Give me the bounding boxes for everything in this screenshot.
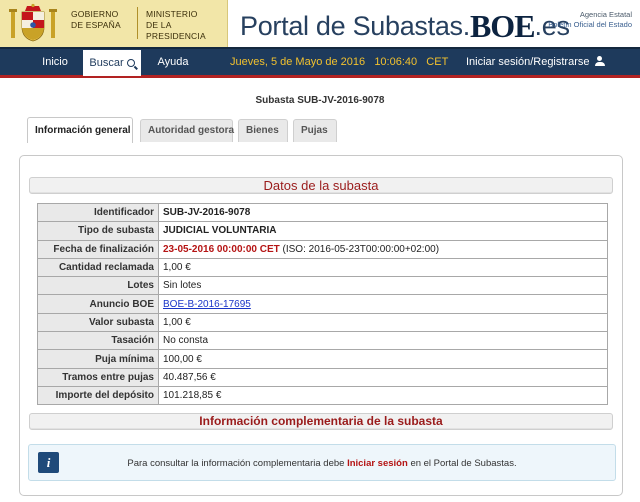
- tab-pujas[interactable]: Pujas: [293, 119, 337, 142]
- nav-buscar-label: Buscar: [89, 57, 124, 69]
- field-label: Identificador: [37, 202, 159, 223]
- field-label: Puja mínima: [37, 349, 159, 369]
- info-text-after: en el Portal de Subastas.: [410, 458, 517, 469]
- ministry-line-2: DE LA PRESIDENCIA: [146, 20, 206, 41]
- portal-prefix: Portal de Subastas.: [240, 11, 470, 41]
- gov-line-1: GOBIERNO: [71, 9, 119, 19]
- nav-buscar[interactable]: Buscar: [83, 50, 141, 76]
- table-row: Tasación No consta: [37, 331, 608, 351]
- end-date-iso: (ISO: 2016-05-23T00:00:00+02:00): [282, 243, 440, 255]
- field-value: Sin lotes: [158, 276, 608, 296]
- field-value: 23-05-2016 00:00:00 CET (ISO: 2016-05-23…: [158, 239, 608, 259]
- table-row: Tipo de subasta JUDICIAL VOLUNTARIA: [37, 221, 608, 241]
- end-date: 23-05-2016 00:00:00 CET: [163, 243, 280, 255]
- tab-bienes[interactable]: Bienes: [238, 119, 288, 142]
- field-label: Cantidad reclamada: [37, 257, 159, 278]
- nav-inicio[interactable]: Inicio: [27, 49, 83, 77]
- field-value: No consta: [158, 331, 608, 351]
- government-label: GOBIERNO DE ESPAÑA: [71, 9, 131, 31]
- table-row: Puja mínima 100,00 €: [37, 349, 608, 369]
- field-label: Importe del depósito: [37, 385, 159, 406]
- login-register-link[interactable]: Iniciar sesión/Registrarse: [466, 49, 605, 77]
- site-header: GOBIERNO DE ESPAÑA MINISTERIO DE LA PRES…: [0, 0, 640, 47]
- table-row: Importe del depósito 101.218,85 €: [37, 385, 608, 406]
- field-value: JUDICIAL VOLUNTARIA: [158, 221, 608, 241]
- field-value: 40.487,56 €: [158, 367, 608, 387]
- nav-ayuda-label: Ayuda: [157, 56, 189, 68]
- info-message: Para consultar la información complement…: [29, 458, 615, 469]
- field-value: BOE-B-2016-17695: [158, 294, 608, 314]
- nav-ayuda[interactable]: Ayuda: [147, 49, 199, 77]
- nav-inicio-label: Inicio: [42, 56, 68, 68]
- section-header-complementaria: Información complementaria de la subasta: [29, 413, 613, 430]
- field-label: Anuncio BOE: [37, 294, 159, 314]
- login-label: Iniciar sesión/Registrarse: [466, 56, 590, 68]
- agency-line-1: Agencia Estatal: [579, 10, 632, 19]
- tab-autoridad-gestora[interactable]: Autoridad gestora: [140, 119, 234, 142]
- field-label: Tramos entre pujas: [37, 367, 159, 387]
- table-row: Anuncio BOE BOE-B-2016-17695: [37, 294, 608, 314]
- table-row: Fecha de finalización 23-05-2016 00:00:0…: [37, 239, 608, 259]
- auction-details-table: Identificador SUB-JV-2016-9078 Tipo de s…: [37, 202, 608, 406]
- field-value: 1,00 €: [158, 312, 608, 333]
- ministry-label: MINISTERIO DE LA PRESIDENCIA: [146, 9, 224, 42]
- agency-label[interactable]: Agencia Estatal Boletín Oficial del Esta…: [548, 10, 632, 30]
- field-value: SUB-JV-2016-9078: [158, 202, 608, 223]
- tab-informacion-general[interactable]: Información general: [27, 117, 133, 143]
- table-row: Valor subasta 1,00 €: [37, 312, 608, 333]
- portal-logo[interactable]: Portal de Subastas.BOE.es: [240, 6, 570, 44]
- divider: [137, 7, 138, 39]
- page-title: Subasta SUB-JV-2016-9078: [255, 95, 385, 106]
- field-value: 100,00 €: [158, 349, 608, 369]
- login-link[interactable]: Iniciar sesión: [347, 458, 408, 469]
- table-row: Identificador SUB-JV-2016-9078: [37, 202, 608, 223]
- current-datetime: Jueves, 5 de Mayo de 2016 10:06:40 CET: [230, 56, 449, 68]
- boe-brand: BOE: [469, 8, 536, 44]
- section-title-datos: Datos de la subasta: [263, 178, 379, 193]
- field-label: Valor subasta: [37, 312, 159, 333]
- section-header-datos: Datos de la subasta: [29, 177, 613, 194]
- government-banner: GOBIERNO DE ESPAÑA MINISTERIO DE LA PRES…: [0, 0, 228, 47]
- info-alert: i Para consultar la información compleme…: [28, 444, 616, 481]
- table-row: Tramos entre pujas 40.487,56 €: [37, 367, 608, 387]
- coat-of-arms-icon: [6, 3, 60, 43]
- field-value: 1,00 €: [158, 257, 608, 278]
- user-icon: [594, 56, 605, 66]
- field-value: 101.218,85 €: [158, 385, 608, 406]
- field-label: Lotes: [37, 276, 159, 296]
- boe-announcement-link[interactable]: BOE-B-2016-17695: [163, 299, 251, 310]
- table-row: Cantidad reclamada 1,00 €: [37, 257, 608, 278]
- field-label: Tasación: [37, 331, 159, 351]
- section-title-complementaria: Información complementaria de la subasta: [199, 414, 443, 428]
- agency-line-2: Boletín Oficial del Estado: [548, 20, 632, 29]
- gov-line-2: DE ESPAÑA: [71, 20, 121, 30]
- field-label: Tipo de subasta: [37, 221, 159, 241]
- main-navbar: Inicio Buscar Ayuda Jueves, 5 de Mayo de…: [0, 47, 640, 78]
- info-text-before: Para consultar la información complement…: [127, 458, 345, 469]
- field-label: Fecha de finalización: [37, 239, 159, 259]
- ministry-line-1: MINISTERIO: [146, 9, 198, 19]
- content-panel: Datos de la subasta Identificador SUB-JV…: [19, 155, 623, 496]
- search-icon: [126, 59, 135, 67]
- table-row: Lotes Sin lotes: [37, 276, 608, 296]
